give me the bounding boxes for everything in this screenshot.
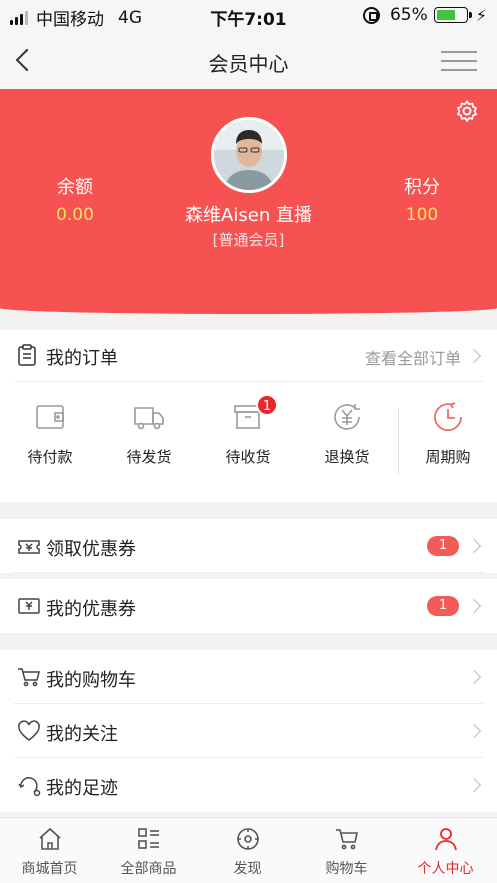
home-icon bbox=[38, 827, 61, 850]
order-subscription[interactable]: 周期购 bbox=[400, 400, 496, 480]
chevron-right-icon bbox=[466, 598, 482, 614]
wallet-icon bbox=[36, 405, 64, 429]
page-title: 会员中心 bbox=[208, 52, 289, 76]
chevron-right-icon bbox=[466, 348, 482, 364]
status-bar: 中国移动 4G 下午7:01 65% ⚡ bbox=[0, 0, 497, 32]
nav-bar: 会员中心 bbox=[0, 32, 497, 89]
order-pending-receipt[interactable]: 1 待收货 bbox=[200, 394, 296, 480]
view-all-orders-link[interactable]: 查看全部订单 bbox=[365, 345, 461, 369]
clipboard-icon bbox=[18, 344, 36, 366]
heart-icon bbox=[18, 720, 40, 741]
order-item-label: 待发货 bbox=[126, 448, 172, 466]
person-icon bbox=[434, 828, 457, 851]
order-item-label: 周期购 bbox=[425, 448, 471, 466]
list-item-label: 我的购物车 bbox=[46, 670, 136, 691]
my-coupons-row[interactable]: 我的优惠券 1 bbox=[0, 579, 497, 633]
order-returns[interactable]: 退换货 bbox=[299, 400, 395, 480]
gear-icon[interactable] bbox=[455, 99, 479, 123]
tab-label: 商城首页 bbox=[21, 861, 78, 877]
follows-row[interactable]: 我的关注 bbox=[0, 704, 497, 758]
order-item-label: 待收货 bbox=[225, 448, 271, 466]
compass-icon bbox=[236, 828, 259, 850]
battery-icon bbox=[433, 7, 472, 23]
points-stat[interactable]: 积分 100 bbox=[362, 173, 482, 225]
orders-card: 我的订单 查看全部订单 待付款 待发货 1 待收货 退换货 周期购 bbox=[0, 330, 497, 502]
clock-icon bbox=[434, 402, 462, 432]
order-pending-payment[interactable]: 待付款 bbox=[2, 400, 98, 480]
footprint-icon bbox=[18, 777, 41, 797]
avatar[interactable] bbox=[211, 117, 287, 193]
count-badge: 1 bbox=[427, 536, 459, 556]
list-item-label: 领取优惠券 bbox=[46, 539, 136, 560]
points-value: 100 bbox=[405, 205, 439, 225]
truck-icon bbox=[134, 407, 164, 430]
list-item-label: 我的足迹 bbox=[46, 778, 118, 799]
chevron-right-icon bbox=[466, 669, 482, 685]
yen-icon bbox=[334, 404, 360, 430]
order-item-label: 待付款 bbox=[27, 448, 73, 466]
tab-bar: 商城首页 全部商品 发现 购物车 个人中心 bbox=[0, 817, 497, 883]
tab-label: 全部商品 bbox=[120, 861, 177, 877]
divider bbox=[398, 408, 399, 474]
cart-icon bbox=[18, 668, 40, 687]
order-pending-shipment[interactable]: 待发货 bbox=[101, 400, 197, 480]
menu-icon[interactable] bbox=[441, 49, 477, 73]
count-badge: 1 bbox=[427, 596, 459, 616]
orders-title: 我的订单 bbox=[46, 348, 118, 369]
chevron-right-icon bbox=[466, 538, 482, 554]
tab-all-products[interactable]: 全部商品 bbox=[99, 826, 198, 878]
tab-label: 个人中心 bbox=[417, 861, 474, 877]
points-label: 积分 bbox=[404, 177, 440, 198]
history-row[interactable]: 我的足迹 bbox=[0, 758, 497, 812]
profile-header: 余额 0.00 森维Aisen 直播 [普通会员] 积分 100 bbox=[0, 89, 497, 314]
list-item-label: 我的优惠券 bbox=[46, 599, 136, 620]
cart-row[interactable]: 我的购物车 bbox=[0, 650, 497, 704]
chevron-right-icon bbox=[466, 777, 482, 793]
tab-profile[interactable]: 个人中心 bbox=[396, 826, 495, 878]
order-item-label: 退换货 bbox=[324, 448, 370, 466]
coupon-get-icon bbox=[18, 540, 40, 554]
rotation-lock-icon bbox=[362, 6, 380, 24]
member-level: [普通会员] bbox=[212, 231, 285, 249]
get-coupons-row[interactable]: 领取优惠券 1 bbox=[0, 519, 497, 573]
chevron-right-icon bbox=[466, 723, 482, 739]
tab-discover[interactable]: 发现 bbox=[198, 826, 297, 878]
cart-icon bbox=[335, 829, 358, 850]
orders-header[interactable]: 我的订单 查看全部订单 bbox=[14, 330, 483, 382]
balance-label: 余额 bbox=[57, 177, 93, 198]
coupon-icon bbox=[18, 598, 40, 614]
grid-list-icon bbox=[137, 828, 159, 849]
battery-percent: 65% bbox=[389, 5, 428, 25]
tab-label: 发现 bbox=[233, 861, 262, 877]
tab-home[interactable]: 商城首页 bbox=[0, 826, 99, 878]
list-item-label: 我的关注 bbox=[46, 724, 118, 745]
charging-icon: ⚡ bbox=[475, 5, 487, 25]
tab-cart[interactable]: 购物车 bbox=[297, 826, 396, 878]
tab-label: 购物车 bbox=[325, 861, 368, 877]
order-count-badge: 1 bbox=[256, 394, 278, 416]
